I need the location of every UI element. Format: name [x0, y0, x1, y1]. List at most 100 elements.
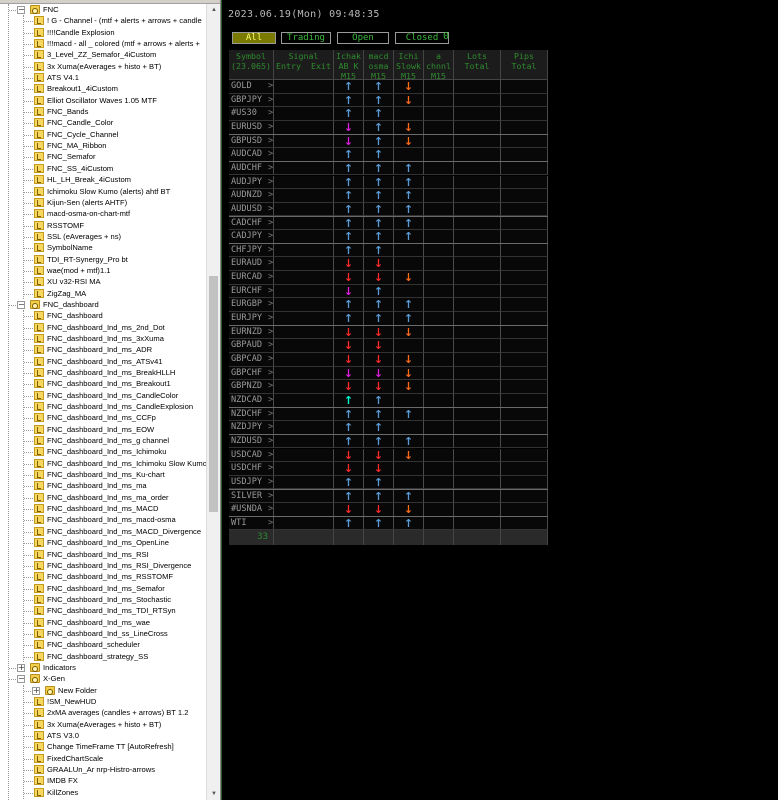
- chevron-right-icon[interactable]: >: [268, 394, 273, 407]
- chevron-right-icon[interactable]: >: [268, 367, 273, 380]
- symbol-cell[interactable]: GOLD >: [229, 80, 274, 94]
- tree-item-fnc-dashboard-ind-ms-macd[interactable]: FNC_dashboard_Ind_ms_MACD: [0, 503, 206, 514]
- tree-item-wae-mod-mtf-1-1[interactable]: wae(mod + mtf)1.1: [0, 265, 206, 276]
- tree-item-fnc-dashboard-ind-ms-rsi-divergence[interactable]: FNC_dashboard_Ind_ms_RSI_Divergence: [0, 560, 206, 571]
- tree-item-zigzag-ma[interactable]: ZigZag_MA: [0, 288, 206, 299]
- chevron-right-icon[interactable]: >: [268, 271, 273, 284]
- symbol-cell[interactable]: EURCHF >: [229, 284, 274, 299]
- tree-item-fnc-ss-4icustom[interactable]: FNC_SS_4iCustom: [0, 163, 206, 174]
- symbol-cell[interactable]: NZDUSD >: [229, 434, 274, 449]
- header-chnl[interactable]: a chnnl M15: [424, 50, 454, 81]
- tree-item-fnc-dashboard-ind-ms-ku-chart[interactable]: FNC_dashboard_Ind_ms_Ku-chart: [0, 469, 206, 480]
- header-symbol[interactable]: Symbol (23.065): [229, 50, 274, 80]
- tree-item-3-level-zz-semafor-4icustom[interactable]: 3_Level_ZZ_Semafor_4iCustom: [0, 49, 206, 60]
- tree-item-fnc-dashboard-ind-ms-adr[interactable]: FNC_dashboard_Ind_ms_ADR: [0, 344, 206, 355]
- chevron-right-icon[interactable]: >: [268, 176, 273, 189]
- chevron-right-icon[interactable]: >: [268, 244, 273, 257]
- tree-item-fnc-dashboard-ind-ms-wae[interactable]: FNC_dashboard_Ind_ms_wae: [0, 617, 206, 628]
- tree-folder-indicators[interactable]: + Indicators: [0, 662, 206, 673]
- header-signal[interactable]: Signal Entry Exit: [274, 50, 334, 80]
- tree-item-2xma-averages-candles-arrows-bt-1-2[interactable]: 2xMA averages (candles + arrows) BT 1.2: [0, 707, 206, 718]
- chevron-right-icon[interactable]: >: [268, 189, 273, 202]
- tree-item-fnc-dashboard-scheduler[interactable]: FNC_dashboard_scheduler: [0, 639, 206, 650]
- tree-item-fnc-semafor[interactable]: FNC_Semafor: [0, 151, 206, 162]
- chevron-right-icon[interactable]: >: [268, 408, 273, 421]
- tree-item-fnc-dashboard-ind-ms-2nd-dot[interactable]: FNC_dashboard_Ind_ms_2nd_Dot: [0, 322, 206, 333]
- collapse-minus-icon[interactable]: −: [17, 6, 25, 14]
- tree-item-fnc-dashboard-ind-ms-macd-osma[interactable]: FNC_dashboard_Ind_ms_macd-osma: [0, 514, 206, 525]
- collapse-minus-icon[interactable]: −: [17, 300, 25, 309]
- tree-item-fnc-dashboard-ind-ms-ichimoku[interactable]: FNC_dashboard_Ind_ms_Ichimoku: [0, 446, 206, 457]
- tree-item-breakout1-4icustom[interactable]: Breakout1_4iCustom: [0, 83, 206, 94]
- scroll-thumb[interactable]: [209, 276, 218, 512]
- symbol-cell[interactable]: USDCAD >: [229, 448, 274, 463]
- tree-item-fnc-dashboard-strategy-ss[interactable]: FNC_dashboard_strategy_SS: [0, 651, 206, 662]
- tree-item-3x-xuma-eaverages-histo-bt[interactable]: 3x Xuma(eAverages + histo + BT): [0, 61, 206, 72]
- tree-item-ichimoku-slow-kumo-alerts-ahtf-bt[interactable]: Ichimoku Slow Kumo (alerts) ahtf BT: [0, 186, 206, 197]
- tree-item-ats-v4-1[interactable]: ATS V4.1: [0, 72, 206, 83]
- chevron-right-icon[interactable]: >: [268, 517, 273, 530]
- tree-item-ats-v3-0[interactable]: ATS V3.0: [0, 730, 206, 741]
- tree-item-fnc-candle-color[interactable]: FNC_Candle_Color: [0, 117, 206, 128]
- tree-item-fnc-dashboard[interactable]: FNC_dashboard: [0, 310, 206, 321]
- tree-item-elliot-oscillator-waves-1-05-mtf[interactable]: Elliot Oscillator Waves 1.05 MTF: [0, 95, 206, 106]
- symbol-cell[interactable]: GBPCAD >: [229, 353, 274, 367]
- tree-item-fnc-dashboard-ind-ms-ccfp[interactable]: FNC_dashboard_Ind_ms_CCFp: [0, 412, 206, 423]
- collapse-minus-icon[interactable]: −: [17, 675, 25, 684]
- tree-item-fnc-dashboard-ind-ms-macd-divergence[interactable]: FNC_dashboard_Ind_ms_MACD_Divergence: [0, 526, 206, 537]
- header-pips[interactable]: Pips Total: [501, 50, 548, 80]
- tree-item-graalun-ar-nrp-histro-arrows[interactable]: GRAALUn_Ar nrp-Histro-arrows: [0, 764, 206, 775]
- tree-item-macd-osma-on-chart-mtf[interactable]: macd-osma-on-chart-mtf: [0, 208, 206, 219]
- tree-item-fnc-dashboard-ind-ms-openline[interactable]: FNC_dashboard_Ind_ms_OpenLine: [0, 537, 206, 548]
- filter-trading-button[interactable]: Trading: [281, 32, 331, 44]
- symbol-cell[interactable]: NZDJPY >: [229, 421, 274, 435]
- tree-item-fnc-dashboard-ind-ms-ma-order[interactable]: FNC_dashboard_Ind_ms_ma_order: [0, 492, 206, 503]
- symbol-cell[interactable]: EURNZD >: [229, 325, 274, 340]
- tree-item-fnc-ma-ribbon[interactable]: FNC_MA_Ribbon: [0, 140, 206, 151]
- chevron-right-icon[interactable]: >: [268, 162, 273, 175]
- symbol-cell[interactable]: GBPAUD >: [229, 339, 274, 353]
- tree-item-fnc-dashboard-ind-ms-breakhllh[interactable]: FNC_dashboard_Ind_ms_BreakHLLH: [0, 367, 206, 378]
- filter-open-button[interactable]: Open: [337, 32, 389, 44]
- symbol-cell[interactable]: AUDCHF >: [229, 161, 274, 176]
- expand-plus-icon[interactable]: +: [32, 686, 40, 695]
- symbol-cell[interactable]: EURCAD >: [229, 271, 274, 285]
- chevron-right-icon[interactable]: >: [268, 230, 273, 243]
- symbol-cell[interactable]: CADCHF >: [229, 216, 274, 231]
- chevron-right-icon[interactable]: >: [268, 476, 273, 489]
- chevron-right-icon[interactable]: >: [268, 298, 273, 311]
- tree-folder-x-gen[interactable]: − X-Gen: [0, 673, 206, 684]
- tree-item-fnc-dashboard-ind-ms-ma[interactable]: FNC_dashboard_Ind_ms_ma: [0, 480, 206, 491]
- tree-folder-new-folder[interactable]: + New Folder: [0, 685, 206, 696]
- tree-item-tdi-rt-synergy-pro-bt[interactable]: TDI_RT-Synergy_Pro bt: [0, 254, 206, 265]
- chevron-right-icon[interactable]: >: [268, 339, 273, 352]
- chevron-right-icon[interactable]: >: [268, 257, 273, 270]
- chevron-right-icon[interactable]: >: [268, 353, 273, 366]
- header-ichak[interactable]: Ichak AB K M15: [334, 50, 364, 81]
- symbol-cell[interactable]: EURUSD >: [229, 120, 274, 135]
- navigator-scrollbar[interactable]: ▲ ▼: [206, 4, 220, 800]
- symbol-cell[interactable]: EURAUD >: [229, 257, 274, 272]
- symbol-cell[interactable]: AUDCAD >: [229, 148, 274, 162]
- symbol-cell[interactable]: WTI >: [229, 516, 274, 531]
- tree-item-fnc-dashboard-ind-ms-rsstomf[interactable]: FNC_dashboard_Ind_ms_RSSTOMF: [0, 571, 206, 582]
- tree-item-ssl-eaverages-ns[interactable]: SSL (eAverages + ns): [0, 231, 206, 242]
- chevron-right-icon[interactable]: >: [268, 326, 273, 339]
- symbol-cell[interactable]: CADJPY >: [229, 230, 274, 244]
- tree-item-change-timeframe-tt-autorefresh[interactable]: Change TimeFrame TT [AutoRefresh]: [0, 741, 206, 752]
- symbol-cell[interactable]: AUDNZD >: [229, 189, 274, 203]
- header-macd[interactable]: macd osma M15: [364, 50, 394, 81]
- expand-plus-icon[interactable]: +: [17, 663, 25, 672]
- tree-item-fnc-bands[interactable]: FNC_Bands: [0, 106, 206, 117]
- header-lots[interactable]: Lots Total: [454, 50, 501, 80]
- symbol-cell[interactable]: GBPCHF >: [229, 366, 274, 381]
- chevron-right-icon[interactable]: >: [268, 490, 273, 503]
- symbol-cell[interactable]: AUDUSD >: [229, 202, 274, 217]
- tree-item-fnc-dashboard-ind-ms-breakout1[interactable]: FNC_dashboard_Ind_ms_Breakout1: [0, 378, 206, 389]
- tree-item-fnc-dashboard-ind-ms-eow[interactable]: FNC_dashboard_Ind_ms_EOW: [0, 424, 206, 435]
- tree-item-fnc-dashboard-ind-ms-3xxuma[interactable]: FNC_dashboard_Ind_ms_3xXuma: [0, 333, 206, 344]
- chevron-right-icon[interactable]: >: [268, 503, 273, 516]
- chevron-right-icon[interactable]: >: [268, 121, 273, 134]
- tree-item-fnc-cycle-channel[interactable]: FNC_Cycle_Channel: [0, 129, 206, 140]
- tree-item-kijun-sen-alerts-ahtf[interactable]: Kijun-Sen (alerts AHTF): [0, 197, 206, 208]
